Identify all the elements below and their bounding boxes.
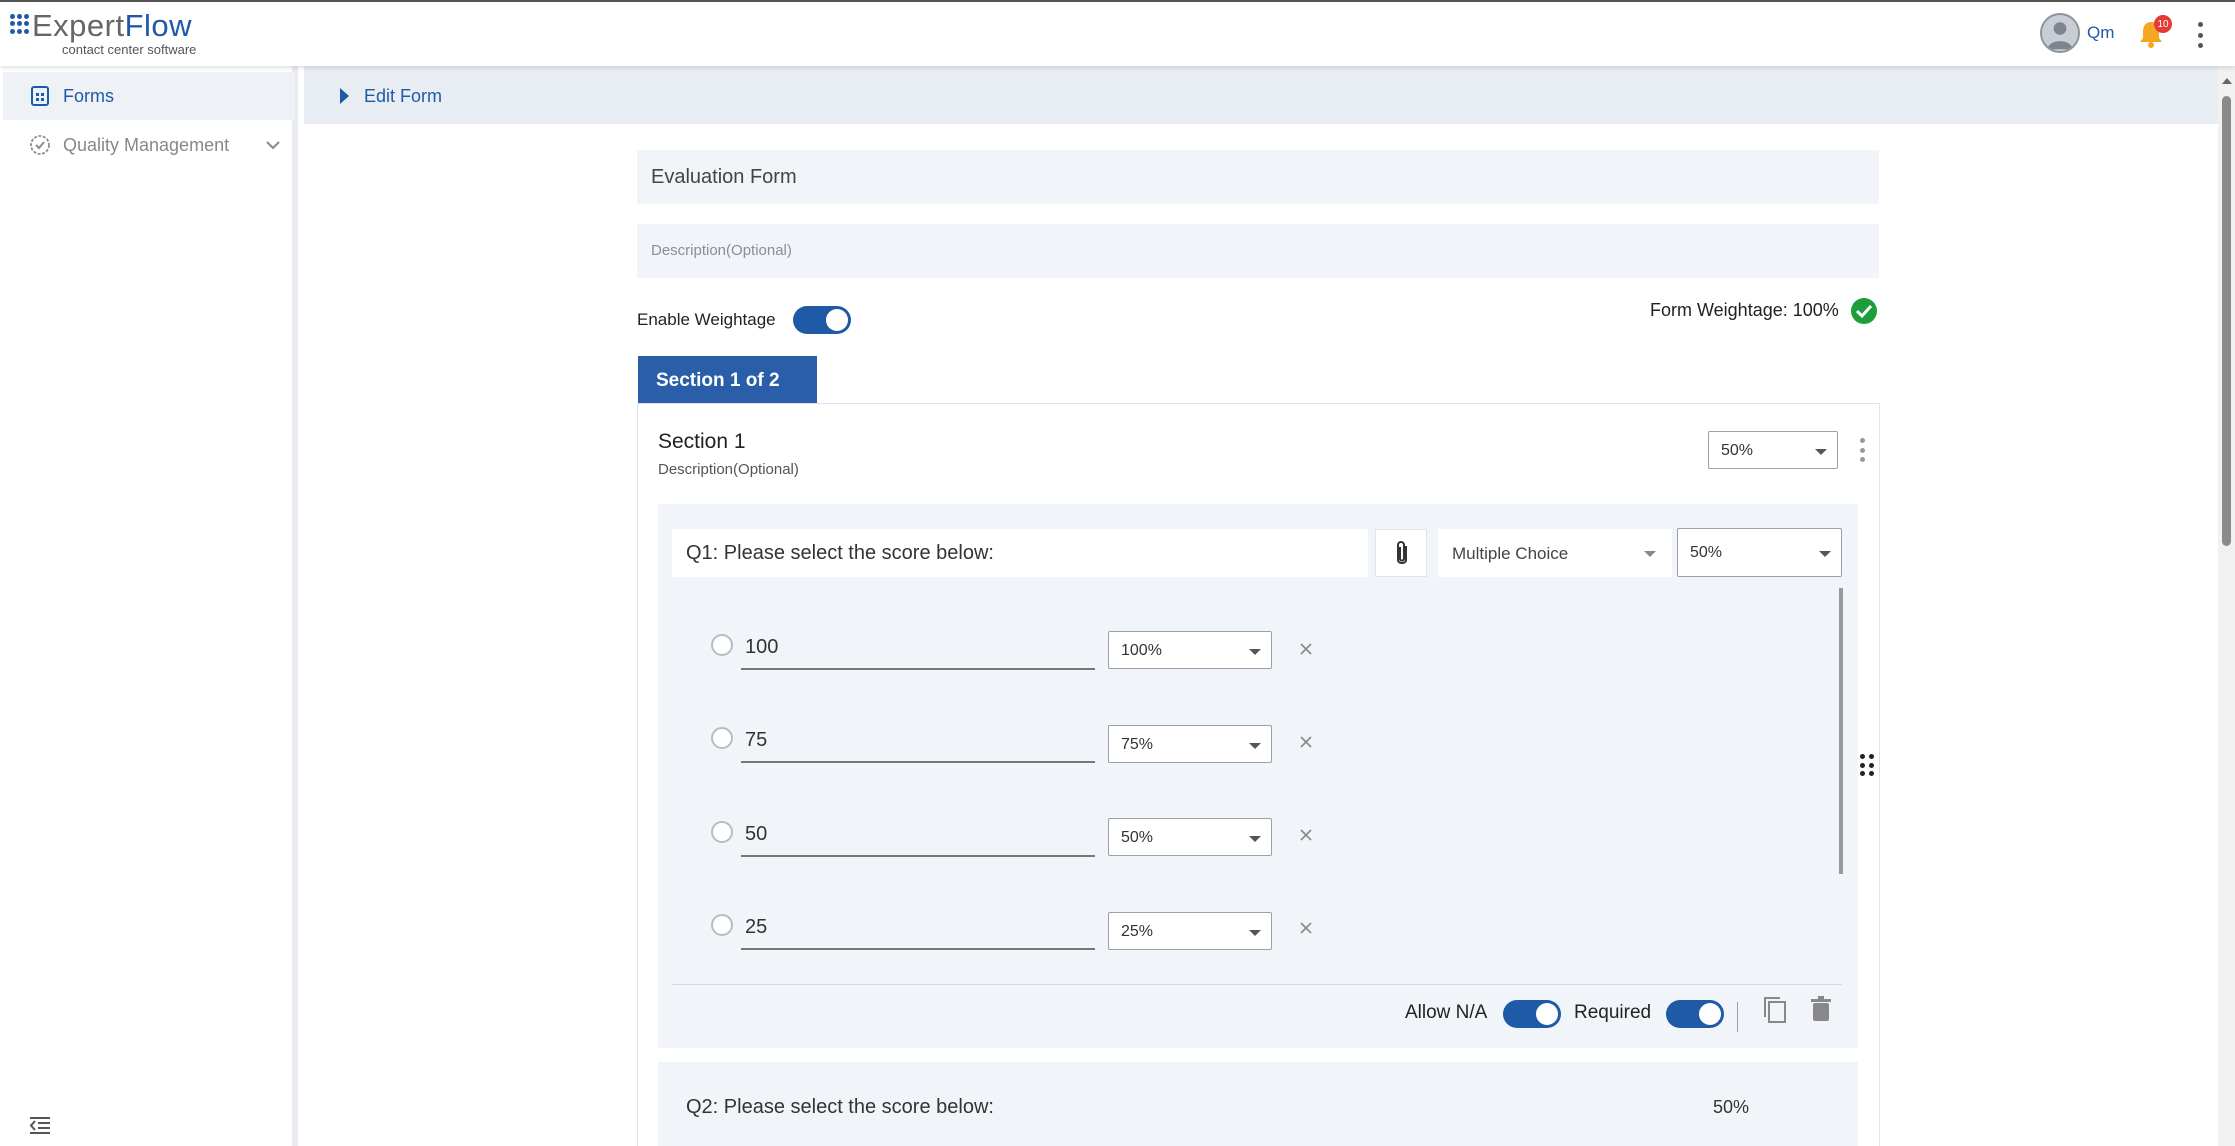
option-value: 100 (745, 636, 779, 658)
option-weight-value: 100% (1121, 642, 1162, 659)
question-type-select[interactable]: Multiple Choice (1438, 529, 1672, 577)
user-avatar[interactable] (2040, 13, 2080, 53)
scroll-up-icon[interactable] (2222, 78, 2232, 84)
question-text: Q1: Please select the score below: (686, 542, 994, 564)
trash-icon[interactable] (1809, 995, 1833, 1023)
form-description-placeholder: Description(Optional) (651, 242, 792, 259)
option-weight-select[interactable]: 75% (1108, 725, 1272, 763)
logo-dots-icon (10, 14, 30, 34)
enable-weightage-toggle[interactable] (793, 306, 851, 334)
allow-na-toggle[interactable] (1503, 1000, 1561, 1028)
section-title[interactable]: Section 1 (658, 430, 746, 454)
caret-down-icon (1249, 930, 1261, 936)
required-toggle[interactable] (1666, 1000, 1724, 1028)
option-weight-value: 25% (1121, 923, 1154, 940)
option-value: 75 (745, 729, 768, 751)
option-radio[interactable] (711, 821, 733, 843)
question-panel (658, 504, 1858, 1048)
section-weight-value: 50% (1721, 442, 1754, 459)
section-weight-select[interactable]: 50% (1708, 431, 1838, 469)
required-label: Required (1574, 1002, 1652, 1023)
question-text[interactable]: Q2: Please select the score below: (686, 1096, 994, 1119)
allow-na-label: Allow N/A (1405, 1002, 1488, 1023)
close-icon[interactable] (1298, 827, 1314, 843)
enable-weightage-label: Enable Weightage (637, 310, 776, 329)
top-bar: ExpertFlow contact center software Qm 10 (0, 0, 2235, 66)
option-value-input[interactable]: 50 (741, 817, 1095, 857)
option-weight-select[interactable]: 50% (1108, 818, 1272, 856)
question-weight-value: 50% (1690, 544, 1723, 561)
attach-button[interactable] (1375, 529, 1427, 577)
question-text-input[interactable]: Q1: Please select the score below: (672, 529, 1368, 577)
breadcrumb: Edit Form (304, 66, 2218, 124)
caret-right-icon[interactable] (340, 88, 349, 104)
close-icon[interactable] (1298, 641, 1314, 657)
check-circle-icon (1851, 298, 1877, 324)
option-radio[interactable] (711, 634, 733, 656)
form-description-input[interactable]: Description(Optional) (637, 224, 1879, 278)
option-value-input[interactable]: 25 (741, 910, 1095, 950)
logo-text: ExpertFlow (32, 8, 193, 43)
question-weight-select[interactable]: 50% (1677, 528, 1842, 577)
option-value-input[interactable]: 75 (741, 723, 1095, 763)
section-more-icon[interactable] (1860, 438, 1866, 462)
sidebar-item-label: Forms (63, 85, 114, 106)
close-icon[interactable] (1298, 734, 1314, 750)
scrollbar-thumb[interactable] (2222, 96, 2231, 546)
option-weight-value: 75% (1121, 736, 1154, 753)
caret-down-icon (1815, 449, 1827, 455)
form-icon (31, 86, 49, 106)
sidebar-item-forms[interactable]: Forms (3, 72, 295, 120)
caret-down-icon (1249, 836, 1261, 842)
question-type-value: Multiple Choice (1452, 544, 1569, 563)
option-weight-select[interactable]: 100% (1108, 631, 1272, 669)
notification-badge: 10 (2154, 15, 2172, 33)
user-icon (2047, 22, 2073, 50)
sidebar-item-quality-management[interactable]: Quality Management (3, 121, 295, 169)
option-value: 25 (745, 916, 768, 938)
drag-handle-icon[interactable] (1860, 754, 1874, 778)
breadcrumb-title[interactable]: Edit Form (364, 86, 442, 107)
option-value-input[interactable]: 100 (741, 630, 1095, 670)
paperclip-icon (1397, 541, 1407, 564)
caret-down-icon (1644, 551, 1656, 557)
sidebar: Forms Quality Management (0, 66, 298, 1146)
section-description[interactable]: Description(Optional) (658, 461, 799, 478)
collapse-menu-icon[interactable] (28, 1116, 52, 1136)
sidebar-item-label: Quality Management (63, 134, 230, 155)
options-scrollbar[interactable] (1839, 588, 1843, 874)
page-scrollbar[interactable] (2218, 66, 2235, 1146)
footer-separator (1737, 1002, 1738, 1032)
more-vert-icon[interactable] (2196, 22, 2204, 48)
form-name-input[interactable]: Evaluation Form (637, 150, 1879, 204)
form-name-value: Evaluation Form (651, 166, 797, 188)
copy-icon[interactable] (1761, 995, 1789, 1025)
logo-subtitle: contact center software (62, 42, 197, 57)
chevron-down-icon[interactable] (265, 137, 281, 153)
option-weight-select[interactable]: 25% (1108, 912, 1272, 950)
user-name[interactable]: Qm (2087, 23, 2114, 43)
option-radio[interactable] (711, 914, 733, 936)
question-divider (672, 984, 1842, 985)
form-weightage-label: Form Weightage: 100% (1650, 300, 1839, 320)
option-radio[interactable] (711, 727, 733, 749)
caret-down-icon (1249, 743, 1261, 749)
option-weight-value: 50% (1121, 829, 1154, 846)
caret-down-icon (1249, 649, 1261, 655)
question-weight-value: 50% (1713, 1097, 1750, 1117)
check-circle-icon (30, 135, 50, 155)
close-icon[interactable] (1298, 920, 1314, 936)
tab-section-1[interactable]: Section 1 of 2 (638, 356, 817, 403)
option-value: 50 (745, 823, 768, 845)
caret-down-icon (1819, 551, 1831, 557)
